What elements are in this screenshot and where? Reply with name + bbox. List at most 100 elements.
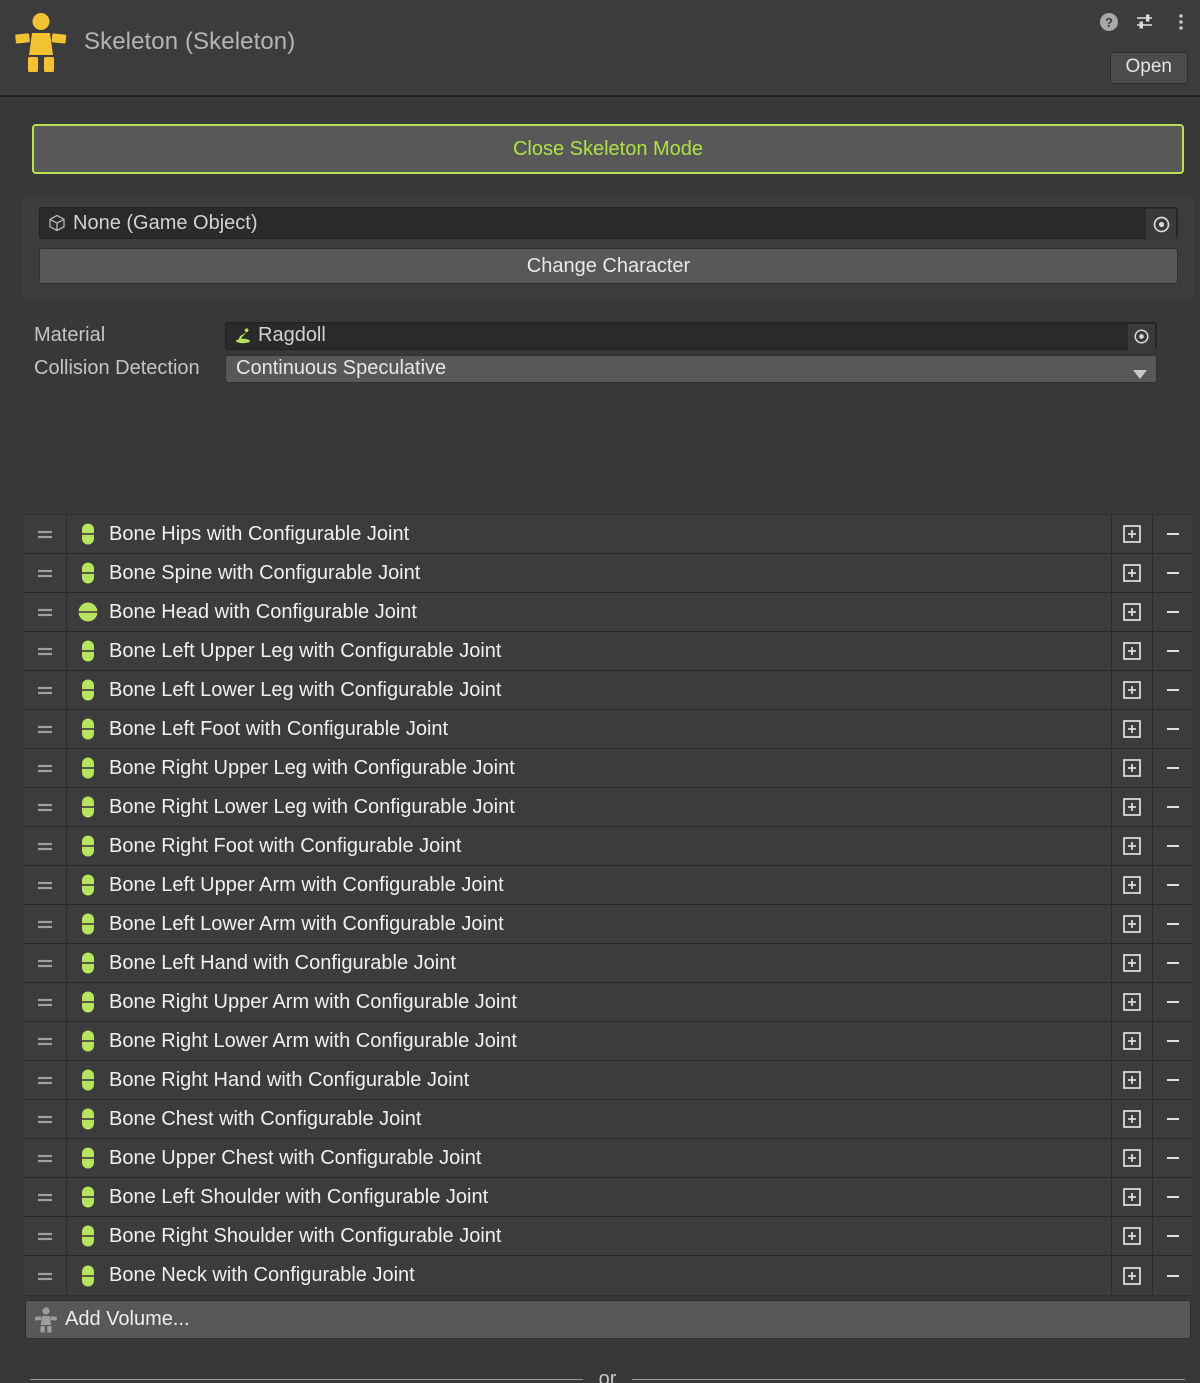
remove-minus-icon[interactable] bbox=[1152, 1256, 1193, 1295]
add-volume-label: Add Volume... bbox=[65, 1308, 190, 1330]
remove-minus-icon[interactable] bbox=[1152, 983, 1193, 1021]
add-boxed-icon[interactable] bbox=[1111, 749, 1152, 787]
kebab-menu-icon[interactable] bbox=[1170, 11, 1192, 33]
bone-row[interactable]: Bone Left Lower Arm with Configurable Jo… bbox=[23, 905, 1193, 944]
drag-handle-icon[interactable] bbox=[23, 515, 67, 553]
add-boxed-icon[interactable] bbox=[1111, 671, 1152, 709]
bone-row[interactable]: Bone Upper Chest with Configurable Joint bbox=[23, 1139, 1193, 1178]
drag-handle-icon[interactable] bbox=[23, 944, 67, 982]
add-boxed-icon[interactable] bbox=[1111, 866, 1152, 904]
bone-row[interactable]: Bone Right Lower Arm with Configurable J… bbox=[23, 1022, 1193, 1061]
drag-handle-icon[interactable] bbox=[23, 788, 67, 826]
drag-handle-icon[interactable] bbox=[23, 983, 67, 1021]
object-picker-icon[interactable] bbox=[1146, 209, 1176, 239]
skeleton-avatar-icon bbox=[15, 12, 67, 72]
character-object-field[interactable]: None (Game Object) bbox=[39, 207, 1178, 239]
remove-minus-icon[interactable] bbox=[1152, 866, 1193, 904]
remove-minus-icon[interactable] bbox=[1152, 1178, 1193, 1216]
remove-minus-icon[interactable] bbox=[1152, 1100, 1193, 1138]
remove-minus-icon[interactable] bbox=[1152, 1217, 1193, 1255]
open-button[interactable]: Open bbox=[1109, 52, 1188, 84]
add-boxed-icon[interactable] bbox=[1111, 788, 1152, 826]
add-boxed-icon[interactable] bbox=[1111, 593, 1152, 631]
bone-label: Bone Right Foot with Configurable Joint bbox=[109, 834, 462, 857]
drag-handle-icon[interactable] bbox=[23, 1100, 67, 1138]
change-character-button[interactable]: Change Character bbox=[39, 248, 1178, 284]
drag-handle-icon[interactable] bbox=[23, 554, 67, 592]
add-boxed-icon[interactable] bbox=[1111, 1256, 1152, 1295]
drag-handle-icon[interactable] bbox=[23, 1178, 67, 1216]
drag-handle-icon[interactable] bbox=[23, 1061, 67, 1099]
bone-row[interactable]: Bone Spine with Configurable Joint bbox=[23, 554, 1193, 593]
bone-row[interactable]: Bone Left Shoulder with Configurable Joi… bbox=[23, 1178, 1193, 1217]
drag-handle-icon[interactable] bbox=[23, 866, 67, 904]
add-boxed-icon[interactable] bbox=[1111, 710, 1152, 748]
bone-row[interactable]: Bone Left Hand with Configurable Joint bbox=[23, 944, 1193, 983]
divider-line-left bbox=[30, 1379, 583, 1380]
add-boxed-icon[interactable] bbox=[1111, 827, 1152, 865]
remove-minus-icon[interactable] bbox=[1152, 749, 1193, 787]
object-picker-icon[interactable] bbox=[1128, 323, 1155, 350]
bone-row[interactable]: Bone Head with Configurable Joint bbox=[23, 593, 1193, 632]
add-boxed-icon[interactable] bbox=[1111, 1100, 1152, 1138]
bone-row[interactable]: Bone Right Upper Arm with Configurable J… bbox=[23, 983, 1193, 1022]
remove-minus-icon[interactable] bbox=[1152, 632, 1193, 670]
drag-handle-icon[interactable] bbox=[23, 671, 67, 709]
drag-handle-icon[interactable] bbox=[23, 1139, 67, 1177]
remove-minus-icon[interactable] bbox=[1152, 554, 1193, 592]
remove-minus-icon[interactable] bbox=[1152, 905, 1193, 943]
add-volume-button[interactable]: Add Volume... bbox=[25, 1300, 1191, 1339]
add-boxed-icon[interactable] bbox=[1111, 1217, 1152, 1255]
drag-handle-icon[interactable] bbox=[23, 632, 67, 670]
bone-row[interactable]: Bone Left Foot with Configurable Joint bbox=[23, 710, 1193, 749]
drag-handle-icon[interactable] bbox=[23, 749, 67, 787]
remove-minus-icon[interactable] bbox=[1152, 671, 1193, 709]
add-boxed-icon[interactable] bbox=[1111, 1139, 1152, 1177]
drag-handle-icon[interactable] bbox=[23, 1217, 67, 1255]
bone-row[interactable]: Bone Left Upper Arm with Configurable Jo… bbox=[23, 866, 1193, 905]
remove-minus-icon[interactable] bbox=[1152, 1061, 1193, 1099]
bone-row[interactable]: Bone Neck with Configurable Joint bbox=[23, 1256, 1193, 1295]
collision-detection-dropdown[interactable]: Continuous Speculative bbox=[225, 354, 1157, 383]
bone-row[interactable]: Bone Right Upper Leg with Configurable J… bbox=[23, 749, 1193, 788]
add-boxed-icon[interactable] bbox=[1111, 983, 1152, 1021]
add-boxed-icon[interactable] bbox=[1111, 1178, 1152, 1216]
inspector-header: Skeleton (Skeleton) ? Open bbox=[0, 0, 1200, 97]
remove-minus-icon[interactable] bbox=[1152, 710, 1193, 748]
bone-label: Bone Left Lower Arm with Configurable Jo… bbox=[109, 912, 504, 935]
drag-handle-icon[interactable] bbox=[23, 1022, 67, 1060]
bone-row[interactable]: Bone Right Hand with Configurable Joint bbox=[23, 1061, 1193, 1100]
drag-handle-icon[interactable] bbox=[23, 710, 67, 748]
capsule-collider-icon bbox=[67, 951, 109, 975]
drag-handle-icon[interactable] bbox=[23, 905, 67, 943]
drag-handle-icon[interactable] bbox=[23, 1256, 67, 1295]
add-boxed-icon[interactable] bbox=[1111, 1061, 1152, 1099]
remove-minus-icon[interactable] bbox=[1152, 1022, 1193, 1060]
remove-minus-icon[interactable] bbox=[1152, 1139, 1193, 1177]
remove-minus-icon[interactable] bbox=[1152, 593, 1193, 631]
bone-row[interactable]: Bone Left Lower Leg with Configurable Jo… bbox=[23, 671, 1193, 710]
help-icon[interactable]: ? bbox=[1098, 11, 1120, 33]
add-boxed-icon[interactable] bbox=[1111, 905, 1152, 943]
remove-minus-icon[interactable] bbox=[1152, 944, 1193, 982]
remove-minus-icon[interactable] bbox=[1152, 515, 1193, 553]
add-boxed-icon[interactable] bbox=[1111, 554, 1152, 592]
bone-row[interactable]: Bone Left Upper Leg with Configurable Jo… bbox=[23, 632, 1193, 671]
bone-row[interactable]: Bone Right Lower Leg with Configurable J… bbox=[23, 788, 1193, 827]
material-object-field[interactable]: Ragdoll bbox=[225, 321, 1157, 350]
drag-handle-icon[interactable] bbox=[23, 593, 67, 631]
close-skeleton-mode-button[interactable]: Close Skeleton Mode bbox=[32, 124, 1184, 174]
bone-row[interactable]: Bone Hips with Configurable Joint bbox=[23, 515, 1193, 554]
drag-handle-icon[interactable] bbox=[23, 827, 67, 865]
add-boxed-icon[interactable] bbox=[1111, 1022, 1152, 1060]
capsule-collider-icon bbox=[67, 990, 109, 1014]
add-boxed-icon[interactable] bbox=[1111, 944, 1152, 982]
bone-row[interactable]: Bone Chest with Configurable Joint bbox=[23, 1100, 1193, 1139]
add-boxed-icon[interactable] bbox=[1111, 515, 1152, 553]
remove-minus-icon[interactable] bbox=[1152, 827, 1193, 865]
bone-row[interactable]: Bone Right Shoulder with Configurable Jo… bbox=[23, 1217, 1193, 1256]
add-boxed-icon[interactable] bbox=[1111, 632, 1152, 670]
bone-row[interactable]: Bone Right Foot with Configurable Joint bbox=[23, 827, 1193, 866]
remove-minus-icon[interactable] bbox=[1152, 788, 1193, 826]
preset-sliders-icon[interactable] bbox=[1134, 11, 1156, 33]
